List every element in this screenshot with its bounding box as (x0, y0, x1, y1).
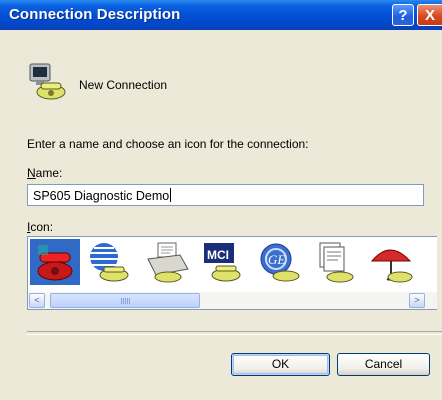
svg-text:GE: GE (268, 252, 285, 267)
ge-logo-phone-icon[interactable]: GE (254, 239, 304, 285)
fax-machine-icon[interactable] (142, 239, 192, 285)
new-connection-label: New Connection (79, 78, 168, 92)
text-caret (170, 188, 172, 202)
documents-phone-icon[interactable] (310, 239, 360, 285)
name-label-rest: ame: (35, 166, 63, 180)
separator (27, 331, 442, 335)
red-phone-icon[interactable] (30, 239, 80, 285)
name-label: Name: (27, 166, 62, 180)
icon-label: Icon: (27, 220, 53, 234)
window-title: Connection Description (9, 6, 181, 23)
name-input-value: SP605 Diagnostic Demo (33, 189, 170, 203)
umbrella-phone-icon[interactable] (366, 239, 416, 285)
close-button[interactable]: X (417, 4, 442, 26)
globe-phone-icon[interactable] (84, 239, 134, 285)
name-input[interactable]: SP605 Diagnostic Demo (27, 184, 424, 206)
scroll-left-button[interactable]: < (29, 293, 45, 308)
ok-button[interactable]: OK (231, 353, 330, 376)
mci-phone-icon[interactable]: MCI (198, 239, 248, 285)
icon-list[interactable]: MCI GE < > (27, 236, 437, 310)
new-connection-phone-icon (27, 62, 67, 102)
help-button[interactable]: ? (392, 4, 414, 26)
svg-text:MCI: MCI (207, 248, 229, 262)
title-bar[interactable]: Connection Description ? X (0, 0, 442, 30)
cancel-button[interactable]: Cancel (337, 353, 430, 376)
connection-description-dialog: Connection Description ? X New Connectio… (0, 0, 442, 400)
instructions-text: Enter a name and choose an icon for the … (27, 137, 309, 151)
icon-label-rest: con: (30, 220, 54, 234)
horizontal-scrollbar[interactable]: < > (28, 292, 437, 309)
thumb-grip-icon (121, 298, 130, 304)
name-label-accelerator: N (27, 166, 36, 180)
scrollbar-thumb[interactable] (50, 293, 200, 308)
scroll-right-button[interactable]: > (409, 293, 425, 308)
